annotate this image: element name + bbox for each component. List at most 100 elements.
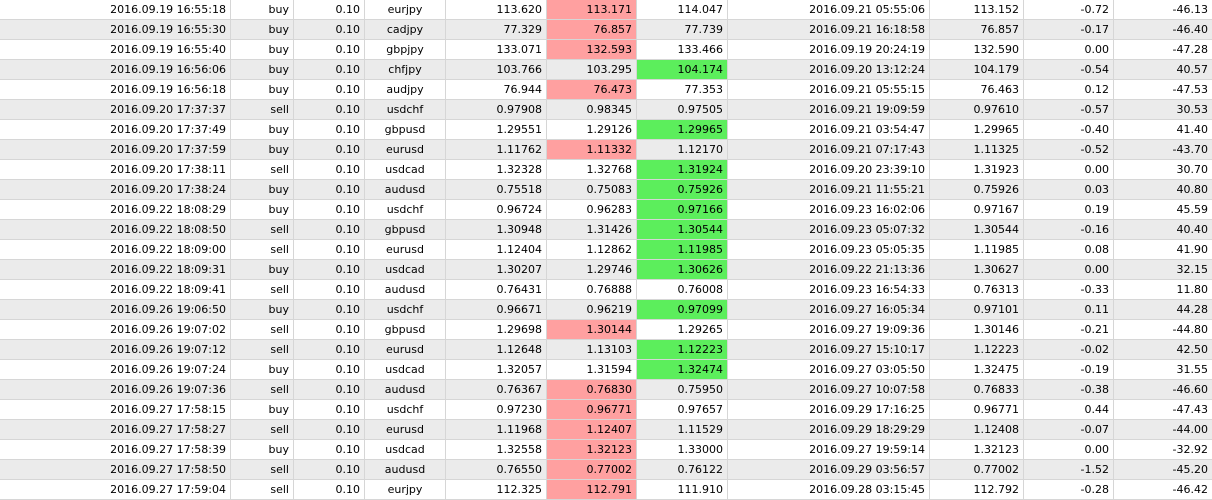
open-time-cell: 2016.09.26 19:07:36 <box>0 380 231 399</box>
swap-cell: 0.00 <box>1024 440 1114 459</box>
trade-type-cell: sell <box>231 160 294 179</box>
open-price-cell: 0.76550 <box>446 460 547 479</box>
trade-type-cell: buy <box>231 200 294 219</box>
swap-cell: -0.54 <box>1024 60 1114 79</box>
open-time-cell: 2016.09.27 17:58:27 <box>0 420 231 439</box>
swap-cell: -0.52 <box>1024 140 1114 159</box>
table-row[interactable]: 2016.09.19 16:55:40 buy 0.10 gbpjpy 133.071 1… <box>0 40 1212 60</box>
table-row[interactable]: 2016.09.26 19:07:36 sell 0.10 audusd 0.76367… <box>0 380 1212 400</box>
take-profit-cell: 0.75950 <box>637 380 728 399</box>
close-time-cell: 2016.09.27 19:09:36 <box>728 320 930 339</box>
symbol-cell: chfjpy <box>365 60 446 79</box>
trade-type-cell: sell <box>231 240 294 259</box>
close-time-cell: 2016.09.21 16:18:58 <box>728 20 930 39</box>
stop-loss-cell: 132.593 <box>547 40 637 59</box>
trade-type-cell: sell <box>231 480 294 499</box>
close-price-cell: 0.77002 <box>930 460 1024 479</box>
close-price-cell: 104.179 <box>930 60 1024 79</box>
take-profit-cell: 1.32474 <box>637 360 728 379</box>
table-row[interactable]: 2016.09.22 18:09:41 sell 0.10 audusd 0.76431… <box>0 280 1212 300</box>
close-price-cell: 132.590 <box>930 40 1024 59</box>
table-row[interactable]: 2016.09.26 19:07:12 sell 0.10 eurusd 1.12648… <box>0 340 1212 360</box>
close-time-cell: 2016.09.29 03:56:57 <box>728 460 930 479</box>
symbol-cell: eurusd <box>365 420 446 439</box>
open-price-cell: 1.32057 <box>446 360 547 379</box>
open-time-cell: 2016.09.20 17:38:11 <box>0 160 231 179</box>
swap-cell: -0.57 <box>1024 100 1114 119</box>
open-price-cell: 0.96671 <box>446 300 547 319</box>
stop-loss-cell: 0.96771 <box>547 400 637 419</box>
table-row[interactable]: 2016.09.26 19:07:02 sell 0.10 gbpusd 1.29698… <box>0 320 1212 340</box>
table-row[interactable]: 2016.09.20 17:37:37 sell 0.10 usdchf 0.97908… <box>0 100 1212 120</box>
open-time-cell: 2016.09.22 18:09:00 <box>0 240 231 259</box>
trade-type-cell: buy <box>231 400 294 419</box>
table-row[interactable]: 2016.09.27 17:58:15 buy 0.10 usdchf 0.97230 0… <box>0 400 1212 420</box>
swap-cell: -0.07 <box>1024 420 1114 439</box>
symbol-cell: usdchf <box>365 100 446 119</box>
lots-cell: 0.10 <box>294 440 365 459</box>
close-price-cell: 76.463 <box>930 80 1024 99</box>
table-row[interactable]: 2016.09.20 17:38:24 buy 0.10 audusd 0.75518 0… <box>0 180 1212 200</box>
close-price-cell: 113.152 <box>930 0 1024 19</box>
stop-loss-cell: 1.32768 <box>547 160 637 179</box>
table-row[interactable]: 2016.09.19 16:56:18 buy 0.10 audjpy 76.944 76… <box>0 80 1212 100</box>
swap-cell: 0.00 <box>1024 260 1114 279</box>
swap-cell: 0.03 <box>1024 180 1114 199</box>
table-row[interactable]: 2016.09.27 17:58:39 buy 0.10 usdcad 1.32558 1… <box>0 440 1212 460</box>
close-time-cell: 2016.09.27 03:05:50 <box>728 360 930 379</box>
close-time-cell: 2016.09.27 16:05:34 <box>728 300 930 319</box>
table-row[interactable]: 2016.09.22 18:09:00 sell 0.10 eurusd 1.12404… <box>0 240 1212 260</box>
profit-cell: -47.28 <box>1172 43 1208 56</box>
lots-cell: 0.10 <box>294 260 365 279</box>
table-row[interactable]: 2016.09.19 16:56:06 buy 0.10 chfjpy 103.766 1… <box>0 60 1212 80</box>
open-price-cell: 1.29551 <box>446 120 547 139</box>
table-row[interactable]: 2016.09.20 17:37:59 buy 0.10 eurusd 1.11762 1… <box>0 140 1212 160</box>
trade-type-cell: buy <box>231 60 294 79</box>
table-row[interactable]: 2016.09.27 17:58:50 sell 0.10 audusd 0.76550… <box>0 460 1212 480</box>
lots-cell: 0.10 <box>294 0 365 19</box>
close-price-cell: 1.12223 <box>930 340 1024 359</box>
open-time-cell: 2016.09.27 17:58:39 <box>0 440 231 459</box>
table-row[interactable]: 2016.09.27 17:58:27 sell 0.10 eurusd 1.11968… <box>0 420 1212 440</box>
open-time-cell: 2016.09.20 17:37:37 <box>0 100 231 119</box>
close-price-cell: 1.11325 <box>930 140 1024 159</box>
table-row[interactable]: 2016.09.20 17:38:11 sell 0.10 usdcad 1.32328… <box>0 160 1212 180</box>
close-time-cell: 2016.09.21 07:17:43 <box>728 140 930 159</box>
take-profit-cell: 1.29265 <box>637 320 728 339</box>
trade-type-cell: sell <box>231 460 294 479</box>
table-row[interactable]: 2016.09.22 18:08:29 buy 0.10 usdchf 0.96724 0… <box>0 200 1212 220</box>
profit-cell: -46.42 <box>1172 483 1208 496</box>
symbol-cell: eurjpy <box>365 480 446 499</box>
open-price-cell: 112.325 <box>446 480 547 499</box>
trade-type-cell: buy <box>231 40 294 59</box>
swap-cell: -0.21 <box>1024 320 1114 339</box>
close-price-cell: 0.96771 <box>930 400 1024 419</box>
table-row[interactable]: 2016.09.26 19:06:50 buy 0.10 usdchf 0.96671 0… <box>0 300 1212 320</box>
open-time-cell: 2016.09.20 17:37:59 <box>0 140 231 159</box>
close-price-cell: 1.30544 <box>930 220 1024 239</box>
stop-loss-cell: 1.29126 <box>547 120 637 139</box>
lots-cell: 0.10 <box>294 140 365 159</box>
table-row[interactable]: 2016.09.27 17:59:04 sell 0.10 eurjpy 112.325… <box>0 480 1212 500</box>
open-time-cell: 2016.09.19 16:56:18 <box>0 80 231 99</box>
lots-cell: 0.10 <box>294 320 365 339</box>
close-price-cell: 0.97167 <box>930 200 1024 219</box>
take-profit-cell: 0.97166 <box>637 200 728 219</box>
stop-loss-cell: 0.96283 <box>547 200 637 219</box>
swap-cell: 0.00 <box>1024 40 1114 59</box>
symbol-cell: audusd <box>365 280 446 299</box>
close-price-cell: 112.792 <box>930 480 1024 499</box>
table-row[interactable]: 2016.09.26 19:07:24 buy 0.10 usdcad 1.32057 1… <box>0 360 1212 380</box>
symbol-cell: audusd <box>365 460 446 479</box>
table-row[interactable]: 2016.09.22 18:08:50 sell 0.10 gbpusd 1.30948… <box>0 220 1212 240</box>
open-price-cell: 1.32558 <box>446 440 547 459</box>
table-row[interactable]: 2016.09.20 17:37:49 buy 0.10 gbpusd 1.29551 1… <box>0 120 1212 140</box>
lots-cell: 0.10 <box>294 200 365 219</box>
table-row[interactable]: 2016.09.19 16:55:18 buy 0.10 eurjpy 113.620 1… <box>0 0 1212 20</box>
table-row[interactable]: 2016.09.22 18:09:31 buy 0.10 usdcad 1.30207 1… <box>0 260 1212 280</box>
take-profit-cell: 1.11985 <box>637 240 728 259</box>
close-time-cell: 2016.09.23 05:05:35 <box>728 240 930 259</box>
profit-cell: 42.50 <box>1176 343 1209 356</box>
close-price-cell: 1.31923 <box>930 160 1024 179</box>
table-row[interactable]: 2016.09.19 16:55:30 buy 0.10 cadjpy 77.329 76… <box>0 20 1212 40</box>
